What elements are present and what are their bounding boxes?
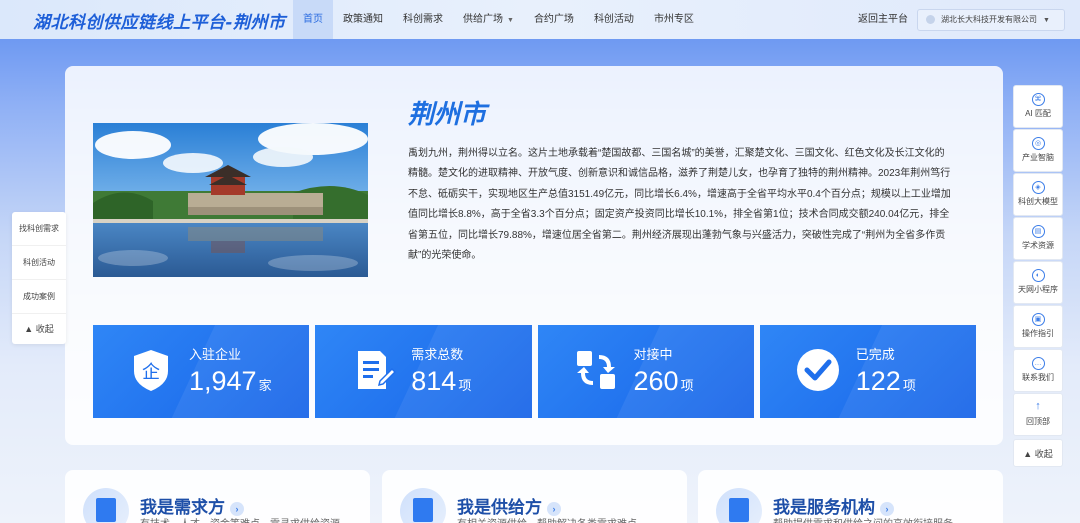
book-icon: ▤ (1031, 225, 1045, 238)
svg-text:企: 企 (142, 362, 160, 383)
role-card-subtitle: 有相关资源供给，帮助解决各类需求难点 (457, 515, 637, 523)
role-card-supply[interactable]: 我是供给方› 有相关资源供给，帮助解决各类需求难点 (382, 470, 687, 523)
stats-row: 企 入驻企业 1,947 家 需求总数 814 项 对接中 260 项 已完成 … (93, 325, 976, 418)
tool-back-to-top[interactable]: ↑ 回顶部 (1013, 393, 1063, 436)
caret-up-icon: ▲ (24, 324, 36, 334)
chevron-right-icon: › (880, 501, 894, 516)
brain-icon: ◎ (1031, 137, 1045, 150)
stat-label: 对接中 (633, 347, 673, 362)
stat-completed[interactable]: 已完成 122 项 (759, 325, 976, 418)
tool-big-model[interactable]: ◈ 科创大模型 (1013, 173, 1063, 216)
back-home-link[interactable]: 返回主平台 (858, 0, 908, 39)
nav-policy[interactable]: 政策通知 (333, 0, 393, 39)
main-nav: 首页 政策通知 科创需求 供给广场 ▼ 合约广场 科创活动 市州专区 (293, 0, 704, 39)
guide-icon: ▣ (1031, 313, 1045, 326)
tool-industry-brain[interactable]: ◎ 产业智脑 (1013, 129, 1063, 172)
left-quick-nav: 找科创需求 科创活动 成功案例 ▲ 收起 (12, 212, 66, 344)
chevron-right-icon: › (230, 501, 244, 516)
stat-demands[interactable]: 需求总数 814 项 (315, 325, 532, 418)
role-card-service[interactable]: 我是服务机构› 帮助提供需求和供给之间的高效衔接服务 (698, 470, 1003, 523)
company-name: 湖北长大科技开发有限公司 (941, 15, 1037, 24)
role-card-demand[interactable]: 我是需求方› 有技术、人才、资金等难点，需寻求供给资源 (65, 470, 370, 523)
caret-up-icon: ▲ (1023, 449, 1035, 459)
model-icon: ◈ (1031, 181, 1045, 194)
stat-value: 260 项 (633, 366, 694, 396)
site-logo[interactable]: 湖北科创供应链线上平台-荆州市 (33, 8, 286, 33)
left-nav-cases[interactable]: 成功案例 (12, 280, 66, 314)
city-photo (93, 123, 368, 277)
stat-label: 入驻企业 (189, 347, 242, 362)
role-card-subtitle: 有技术、人才、资金等难点，需寻求供给资源 (140, 515, 340, 523)
stat-value: 1,947 家 (189, 366, 272, 396)
nav-activity[interactable]: 科创活动 (584, 0, 644, 39)
city-intro-card: 荆州市 禹划九州，荆州得以立名。这片土地承载着“楚国故都、三国名城”的美誉，汇聚… (65, 66, 1003, 445)
company-dropdown[interactable]: 湖北长大科技开发有限公司 ▼ (917, 9, 1065, 31)
stat-enterprises[interactable]: 企 入驻企业 1,947 家 (93, 325, 310, 418)
stat-in-progress[interactable]: 对接中 260 项 (537, 325, 754, 418)
chat-icon: … (1031, 357, 1045, 370)
role-card-subtitle: 帮助提供需求和供给之间的高效衔接服务 (773, 515, 953, 523)
left-nav-find-demand[interactable]: 找科创需求 (12, 212, 66, 246)
chevron-down-icon: ▼ (507, 17, 514, 24)
stat-value: 814 项 (411, 366, 472, 396)
tool-miniapp[interactable]: ◐ 天网小程序 (1013, 261, 1063, 304)
stat-label: 需求总数 (411, 347, 464, 362)
tool-ai-match[interactable]: ⌘ AI 匹配 (1013, 85, 1063, 128)
stat-label: 已完成 (855, 347, 895, 362)
nav-contract[interactable]: 合约广场 (524, 0, 584, 39)
top-header: 湖北科创供应链线上平台-荆州市 首页 政策通知 科创需求 供给广场 ▼ 合约广场 … (0, 0, 1080, 39)
tool-guide[interactable]: ▣ 操作指引 (1013, 305, 1063, 348)
institution-icon (716, 488, 762, 523)
ai-icon: ⌘ (1031, 93, 1045, 106)
right-tool-bar: ⌘ AI 匹配 ◎ 产业智脑 ◈ 科创大模型 ▤ 学术资源 ◐ 天网小程序 ▣ 操作指引 …… (1013, 85, 1063, 467)
tool-contact[interactable]: … 联系我们 (1013, 349, 1063, 392)
tool-academic[interactable]: ▤ 学术资源 (1013, 217, 1063, 260)
chevron-right-icon: › (547, 501, 561, 516)
enterprise-shield-icon: 企 (134, 350, 168, 391)
left-nav-activity[interactable]: 科创活动 (12, 246, 66, 280)
right-collapse-button[interactable]: ▲ 收起 (1013, 439, 1063, 467)
arrow-up-icon: ↑ (1035, 400, 1041, 412)
city-title: 荆州市 (408, 100, 487, 130)
nav-city-zone[interactable]: 市州专区 (644, 0, 704, 39)
check-circle-icon (796, 349, 839, 391)
chevron-down-icon: ▼ (1043, 17, 1050, 24)
yuan-hand-icon (400, 488, 446, 523)
document-edit-icon (358, 351, 397, 389)
document-icon (83, 488, 129, 523)
nav-supply[interactable]: 供给广场 ▼ (453, 0, 524, 39)
city-description: 禹划九州，荆州得以立名。这片土地承载着“楚国故都、三国名城”的美誉，汇聚楚文化、… (408, 148, 951, 262)
left-collapse-button[interactable]: ▲ 收起 (12, 314, 66, 344)
nav-demand[interactable]: 科创需求 (393, 0, 453, 39)
exchange-arrows-icon (576, 351, 615, 389)
nav-home[interactable]: 首页 (293, 0, 333, 39)
miniapp-icon: ◐ (1031, 269, 1045, 282)
stat-value: 122 项 (855, 366, 916, 396)
avatar (926, 15, 935, 25)
